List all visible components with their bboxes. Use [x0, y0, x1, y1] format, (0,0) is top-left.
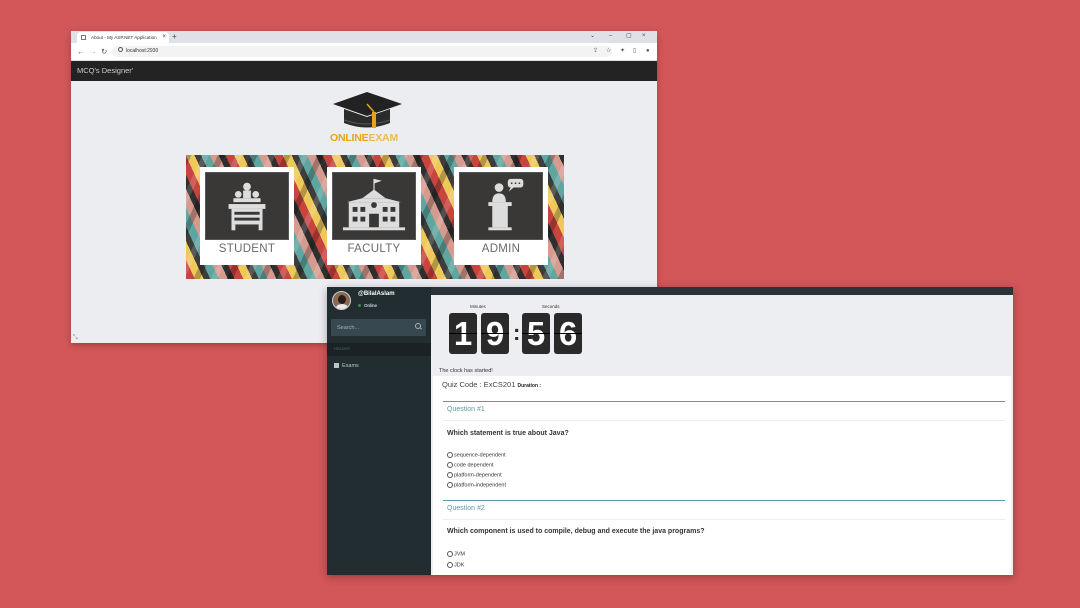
url-text: localhost:2930 [126, 48, 159, 54]
minutes-label: Minutes [470, 304, 486, 309]
search-icon[interactable] [415, 323, 421, 329]
quiz-window: @BilalAslam Online HEADER Exams Minutes … [327, 287, 1013, 575]
close-tab-icon[interactable]: × [162, 32, 166, 43]
student-label: STUDENT [218, 243, 276, 255]
page-icon [81, 35, 86, 40]
clock-digit: 9 [481, 313, 509, 354]
clock-digit: 5 [522, 313, 550, 354]
radio-icon [447, 472, 453, 478]
faculty-card[interactable]: FACULTY [327, 167, 421, 265]
reload-icon[interactable]: ↻ [101, 46, 107, 57]
user-status: Online [358, 303, 377, 308]
sidebar-search [331, 319, 426, 336]
clock-separator: : [513, 320, 521, 345]
radio-icon [447, 462, 453, 468]
students-desk-icon [228, 182, 266, 231]
top-bar [431, 287, 1013, 295]
info-icon[interactable] [118, 47, 123, 52]
back-icon[interactable]: ← [77, 46, 85, 57]
quiz-content: Quiz Code : ExCS201 Duration : Question … [433, 376, 1011, 575]
speaker-podium-icon [488, 178, 524, 231]
question-header: Question #1 [443, 401, 1005, 421]
graduation-cap-icon [333, 92, 402, 128]
maximize-icon[interactable]: ▢ [626, 31, 632, 42]
radio-icon [447, 482, 453, 488]
resize-handle-icon[interactable]: ⤡ [73, 335, 78, 342]
answer-option[interactable]: JVM [447, 551, 465, 557]
radio-icon [447, 562, 453, 568]
answer-option[interactable]: platform-independent [447, 482, 506, 488]
browser-tab[interactable]: About - My ASP.NET Application × [77, 32, 169, 43]
profile-icon[interactable]: ● [646, 46, 650, 57]
sidebar-section-header: HEADER [327, 343, 431, 356]
avatar [332, 291, 351, 310]
tab-strip: About - My ASP.NET Application × + ⌄ – ▢… [71, 31, 657, 43]
minimize-icon[interactable]: – [609, 31, 612, 42]
quiz-code: Quiz Code : ExCS201 Duration : [442, 380, 542, 389]
search-input[interactable] [331, 319, 411, 336]
close-window-icon[interactable]: × [642, 31, 646, 42]
answer-option[interactable]: platform-dependent [447, 472, 502, 478]
question-header: Question #2 [443, 500, 1005, 520]
share-icon[interactable]: ⇪ [593, 46, 598, 57]
chevron-down-icon[interactable]: ⌄ [590, 31, 595, 42]
sidebar-item-exams[interactable]: Exams [334, 363, 359, 369]
forward-icon[interactable]: → [89, 46, 97, 57]
role-selector: STUDENT FACULTY ADMIN [186, 155, 564, 279]
admin-card[interactable]: ADMIN [454, 167, 548, 265]
question-text: Which statement is true about Java? [447, 430, 569, 437]
student-card[interactable]: STUDENT [200, 167, 294, 265]
radio-icon [447, 452, 453, 458]
extensions-icon[interactable]: ✦ [620, 46, 625, 57]
address-bar: ← → ↻ localhost:2930 ⇪ ☆ ✦ ▯ ● [71, 43, 657, 61]
question-text: Which component is used to compile, debu… [447, 528, 705, 535]
online-dot-icon [358, 304, 361, 308]
sidebar-icon[interactable]: ▯ [633, 46, 636, 57]
new-tab-button[interactable]: + [172, 31, 177, 43]
seconds-label: Seconds [542, 304, 560, 309]
tab-title: About - My ASP.NET Application [91, 35, 157, 40]
radio-icon [447, 551, 453, 557]
sidebar-item-label: Exams [342, 363, 359, 369]
clock-digit: 1 [449, 313, 477, 354]
clock-status: The clock has started! [439, 368, 493, 374]
faculty-label: FACULTY [347, 243, 401, 255]
clock-digit: 6 [554, 313, 582, 354]
app-brand[interactable]: MCQ's Designer' [77, 66, 133, 75]
answer-option[interactable]: sequence-dependent [447, 452, 506, 458]
user-name: @BilalAslam [358, 291, 395, 297]
book-icon [334, 363, 339, 369]
logo-text: ONLINEEXAM [329, 132, 398, 144]
sidebar: @BilalAslam Online HEADER Exams [327, 287, 431, 575]
answer-option[interactable]: JDK [447, 562, 464, 568]
answer-option[interactable]: code dependent [447, 462, 493, 468]
duration-label: Duration : [517, 383, 542, 389]
url-field[interactable]: localhost:2930 [112, 46, 612, 57]
admin-label: ADMIN [481, 243, 521, 255]
star-icon[interactable]: ☆ [606, 46, 611, 57]
school-building-icon [342, 178, 406, 231]
app-navbar: MCQ's Designer' [71, 61, 657, 81]
